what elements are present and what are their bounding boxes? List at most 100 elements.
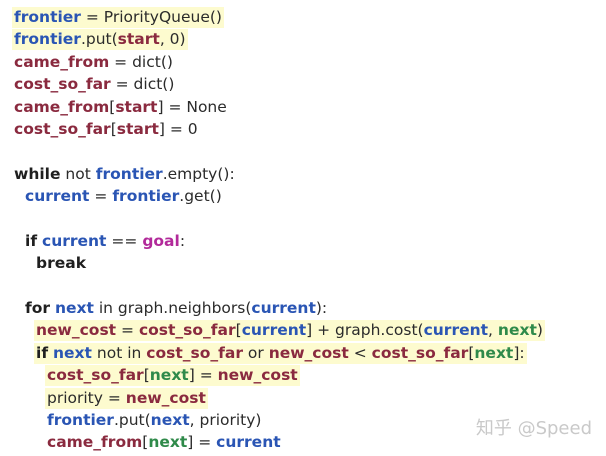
code-token: == — [106, 231, 143, 250]
code-line-text: cost_so_far[start] = 0 — [14, 118, 198, 140]
code-token: current — [423, 321, 489, 340]
code-line: for next in graph.neighbors(current): — [0, 297, 606, 319]
code-line-text: for next in graph.neighbors(current): — [25, 297, 327, 319]
code-token: came_from — [47, 433, 143, 452]
code-token: ] = — [187, 433, 217, 452]
code-token: new_cost — [217, 366, 298, 385]
code-token: next — [474, 343, 514, 362]
code-token: goal — [142, 231, 180, 250]
code-line-text: new_cost = cost_so_far[current] + graph.… — [36, 319, 543, 341]
code-line: cost_so_far = dict() — [0, 73, 606, 95]
code-token: came_from — [14, 52, 110, 71]
code-line: priority = new_cost — [0, 387, 606, 409]
code-token: for — [25, 299, 51, 318]
code-token: .get() — [179, 187, 222, 206]
code-line-text: came_from = dict() — [14, 51, 173, 73]
code-token: = dict() — [110, 75, 175, 94]
code-line-text: while not frontier.empty(): — [14, 163, 235, 185]
code-token: frontier — [95, 164, 163, 183]
code-token: if — [25, 231, 38, 250]
code-token: : — [179, 231, 186, 250]
code-line-text: current = frontier.get() — [25, 185, 222, 207]
code-token: = — [116, 321, 139, 340]
code-token: new_cost — [268, 343, 349, 362]
code-line-text: frontier = PriorityQueue() — [14, 6, 222, 28]
code-token: next — [53, 343, 92, 362]
code-token: cost_so_far — [14, 75, 111, 94]
code-line-text: break — [36, 252, 86, 274]
code-line-text: cost_so_far[next] = new_cost — [47, 364, 298, 386]
code-token: frontier — [47, 411, 114, 430]
code-line: cost_so_far[start] = 0 — [0, 118, 606, 140]
code-token: not — [60, 164, 96, 183]
code-token: < — [348, 343, 372, 362]
code-token: cost_so_far — [14, 119, 111, 138]
code-line: came_from[start] = None — [0, 96, 606, 118]
code-line-text: if current == goal: — [25, 230, 185, 252]
code-token: start — [115, 97, 158, 116]
code-token: cost_so_far — [138, 321, 236, 340]
code-token: new_cost — [125, 388, 206, 407]
code-token: next — [54, 299, 94, 318]
code-line: frontier = PriorityQueue() — [0, 6, 606, 28]
watermark: 知乎 @Speed — [475, 418, 592, 439]
code-token: ] = 0 — [158, 119, 198, 138]
code-token: start — [117, 30, 160, 49]
code-token: next — [150, 411, 190, 430]
code-token: frontier — [14, 30, 81, 49]
code-token: new_cost — [36, 321, 117, 340]
code-token: , priority) — [189, 411, 262, 430]
code-token: current — [241, 321, 307, 340]
code-token: next — [497, 321, 537, 340]
code-token: = — [89, 187, 113, 206]
code-token: , — [488, 321, 498, 340]
code-line: came_from = dict() — [0, 51, 606, 73]
code-token: cost_so_far — [146, 343, 243, 362]
code-line-text: if next not in cost_so_far or new_cost <… — [36, 342, 525, 364]
code-token: PriorityQueue() — [103, 8, 222, 26]
code-token: priority = — [47, 388, 126, 407]
code-token: not in — [91, 343, 147, 362]
code-token: break — [36, 254, 87, 273]
code-token: ] + graph.cost( — [306, 321, 424, 340]
code-token: or — [242, 343, 269, 362]
code-token: cost_so_far — [371, 343, 469, 362]
code-token: frontier — [112, 187, 180, 206]
code-line: while not frontier.empty(): — [0, 163, 606, 185]
code-token: .empty(): — [162, 164, 235, 183]
code-token: = dict() — [109, 52, 173, 71]
code-line-text: frontier.put(start, 0) — [14, 28, 186, 50]
code-line-text: came_from[start] = None — [14, 96, 227, 118]
code-line: if current == goal: — [0, 230, 606, 252]
code-token: ) — [536, 321, 543, 340]
code-line: if next not in cost_so_far or new_cost <… — [0, 342, 606, 364]
code-line-text: priority = new_cost — [47, 387, 206, 409]
code-token: cost_so_far — [47, 366, 144, 385]
code-line: frontier.put(start, 0) — [0, 28, 606, 51]
code-line: current = frontier.get() — [0, 185, 606, 207]
code-token: current — [216, 433, 281, 452]
code-token: .put( — [113, 411, 151, 430]
code-token: ): — [315, 299, 328, 318]
code-line: break — [0, 252, 606, 274]
code-token: , 0) — [159, 30, 186, 49]
code-token: ]: — [513, 343, 525, 362]
code-token: if — [36, 343, 49, 362]
code-line: cost_so_far[next] = new_cost — [0, 364, 606, 387]
code-token: next — [148, 433, 188, 452]
code-token: while — [14, 164, 61, 183]
code-token: = — [80, 8, 104, 26]
code-token: came_from — [14, 97, 110, 116]
code-token: start — [116, 119, 159, 138]
code-line-text: came_from[next] = current — [47, 431, 281, 453]
code-token: .put( — [80, 30, 118, 49]
code-token: current — [42, 231, 107, 250]
code-token: in graph.neighbors( — [93, 299, 252, 318]
code-token: ] = — [188, 366, 218, 385]
code-token: current — [251, 299, 316, 318]
code-line-text: frontier.put(next, priority) — [47, 409, 261, 431]
code-token: next — [149, 366, 189, 385]
